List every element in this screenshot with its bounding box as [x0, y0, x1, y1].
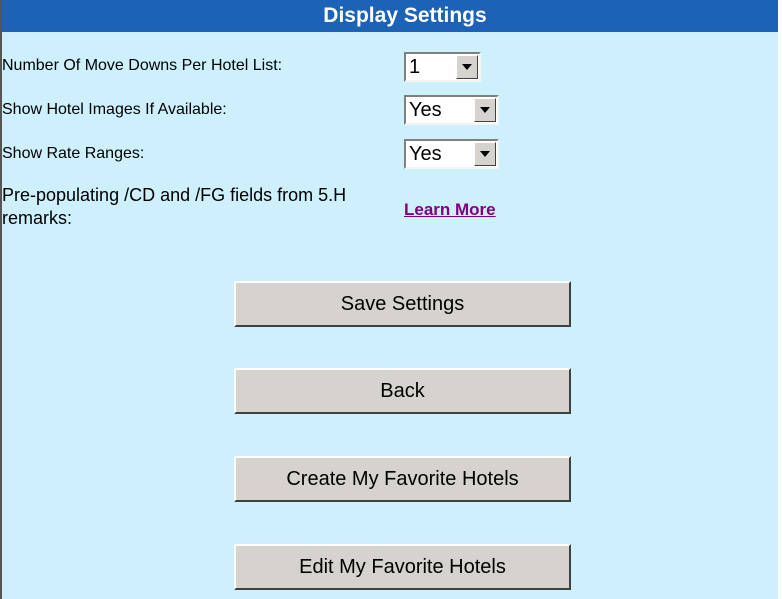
- rate-ranges-value: Yes: [409, 143, 442, 165]
- panel-header: Display Settings: [2, 0, 778, 32]
- save-settings-button[interactable]: Save Settings: [234, 281, 571, 327]
- hotel-images-value: Yes: [409, 99, 442, 121]
- chevron-down-icon[interactable]: [474, 142, 496, 166]
- hotel-images-label: Show Hotel Images If Available:: [2, 101, 227, 118]
- prepopulating-label: Pre-populating /CD and /FG fields from 5…: [2, 185, 347, 228]
- move-downs-label: Number Of Move Downs Per Hotel List:: [2, 57, 283, 74]
- chevron-down-icon[interactable]: [456, 55, 478, 79]
- rate-ranges-label: Show Rate Ranges:: [2, 145, 145, 162]
- move-downs-select[interactable]: 1: [404, 52, 481, 82]
- back-button[interactable]: Back: [234, 368, 571, 414]
- rate-ranges-select[interactable]: Yes: [404, 139, 499, 169]
- edit-favorite-hotels-button[interactable]: Edit My Favorite Hotels: [234, 544, 571, 590]
- learn-more-link[interactable]: Learn More: [404, 200, 496, 220]
- chevron-down-icon[interactable]: [474, 98, 496, 122]
- hotel-images-select[interactable]: Yes: [404, 95, 499, 125]
- display-settings-panel: Display Settings Number Of Move Downs Pe…: [0, 0, 778, 599]
- move-downs-value: 1: [409, 56, 421, 78]
- panel-title: Display Settings: [323, 4, 487, 27]
- create-favorite-hotels-button[interactable]: Create My Favorite Hotels: [234, 456, 571, 502]
